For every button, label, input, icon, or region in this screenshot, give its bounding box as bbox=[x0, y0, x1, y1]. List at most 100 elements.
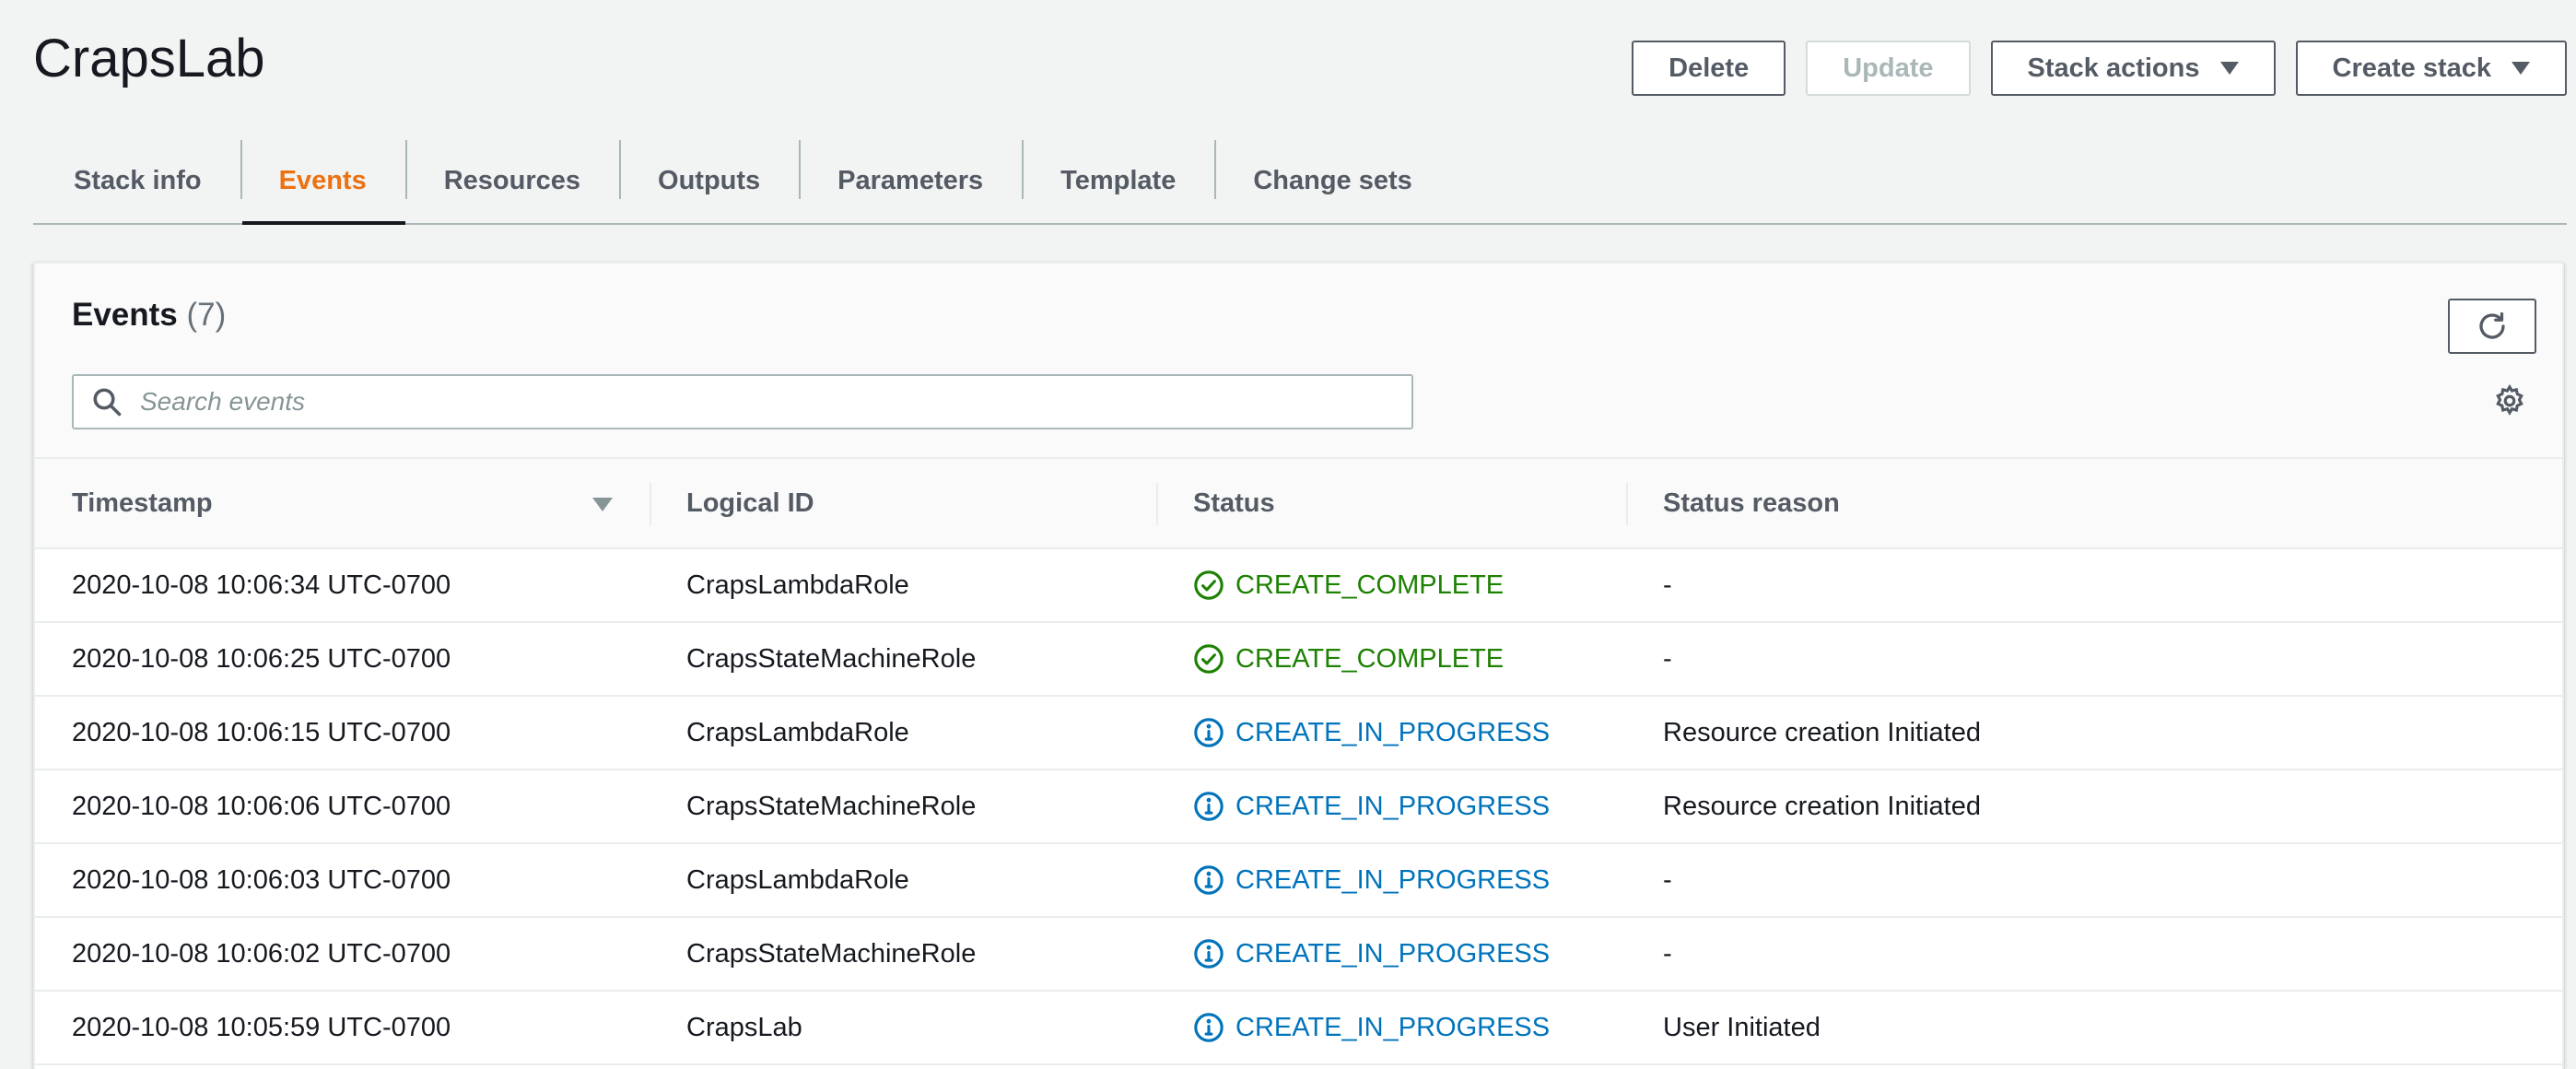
info-circle-icon bbox=[1194, 939, 1224, 969]
caret-down-icon bbox=[2219, 62, 2239, 75]
status-text: CREATE_IN_PROGRESS bbox=[1235, 864, 1551, 895]
status-text: CREATE_IN_PROGRESS bbox=[1235, 717, 1551, 747]
table-row[interactable]: 2020-10-08 10:06:34 UTC-0700 CrapsLambdaR… bbox=[35, 548, 2562, 623]
info-circle-icon bbox=[1194, 792, 1224, 821]
check-circle-icon bbox=[1194, 644, 1224, 674]
update-button[interactable]: Update bbox=[1806, 41, 1971, 96]
status-reason-cell: - bbox=[1626, 548, 2562, 623]
table-row[interactable]: 2020-10-08 10:06:15 UTC-0700 CrapsLambdaR… bbox=[35, 696, 2562, 770]
search-input[interactable] bbox=[138, 386, 1411, 417]
caret-down-icon bbox=[2512, 62, 2530, 75]
column-header-status-reason[interactable]: Status reason bbox=[1626, 459, 2562, 549]
info-circle-icon bbox=[1194, 1013, 1224, 1042]
delete-button[interactable]: Delete bbox=[1632, 41, 1786, 96]
table-row[interactable]: 2020-10-08 10:06:03 UTC-0700 CrapsLambdaR… bbox=[35, 843, 2562, 918]
stack-tabs: Stack info Events Resources Outputs Para… bbox=[33, 138, 2567, 225]
stack-actions-label: Stack actions bbox=[2027, 53, 2200, 83]
events-table-body: 2020-10-08 10:06:34 UTC-0700 CrapsLambdaR… bbox=[35, 548, 2562, 1065]
gear-icon[interactable] bbox=[2492, 383, 2527, 418]
status-reason-cell: User Initiated bbox=[1626, 991, 2562, 1065]
timestamp-cell: 2020-10-08 10:06:34 UTC-0700 bbox=[35, 548, 650, 623]
refresh-icon bbox=[2479, 311, 2505, 339]
status-reason-cell: - bbox=[1626, 917, 2562, 992]
status-badge: CREATE_COMPLETE bbox=[1193, 643, 1626, 675]
logical-id-cell: CrapsLambdaRole bbox=[650, 843, 1156, 918]
table-row[interactable]: 2020-10-08 10:06:06 UTC-0700 CrapsStateMa… bbox=[35, 769, 2562, 844]
check-circle-icon bbox=[1194, 570, 1224, 600]
tab-label: Change sets bbox=[1253, 165, 1412, 195]
info-circle-icon bbox=[1194, 718, 1224, 747]
status-text: CREATE_COMPLETE bbox=[1235, 570, 1505, 600]
tab-outputs[interactable]: Outputs bbox=[619, 138, 799, 223]
search-events-field[interactable] bbox=[72, 374, 1413, 429]
status-reason-cell: - bbox=[1626, 843, 2562, 918]
tab-label: Stack info bbox=[74, 165, 202, 195]
stack-actions-bar: Delete Update Stack actions Create stack bbox=[1632, 41, 2567, 96]
status-cell: CREATE_IN_PROGRESS bbox=[1156, 991, 1626, 1065]
status-reason-cell: Resource creation Initiated bbox=[1626, 696, 2562, 770]
column-header-timestamp[interactable]: Timestamp bbox=[35, 459, 650, 549]
tab-change-sets[interactable]: Change sets bbox=[1214, 138, 1450, 223]
column-label: Status bbox=[1193, 488, 1275, 518]
tab-events[interactable]: Events bbox=[240, 138, 405, 225]
events-panel: Events (7) Search events Timestamp Logic… bbox=[33, 262, 2564, 1069]
create-stack-dropdown[interactable]: Create stack bbox=[2295, 41, 2567, 96]
info-circle-icon bbox=[1194, 865, 1224, 895]
status-text: CREATE_IN_PROGRESS bbox=[1235, 1012, 1551, 1042]
tab-template[interactable]: Template bbox=[1022, 138, 1214, 223]
column-header-status[interactable]: Status bbox=[1156, 459, 1626, 549]
timestamp-cell: 2020-10-08 10:06:15 UTC-0700 bbox=[35, 696, 650, 770]
timestamp-cell: 2020-10-08 10:06:03 UTC-0700 bbox=[35, 843, 650, 918]
status-reason-cell: - bbox=[1626, 622, 2562, 697]
status-reason-cell: Resource creation Initiated bbox=[1626, 769, 2562, 844]
logical-id-cell: CrapsLambdaRole bbox=[650, 548, 1156, 623]
tab-stack-info[interactable]: Stack info bbox=[33, 138, 240, 223]
logical-id-cell: CrapsStateMachineRole bbox=[650, 622, 1156, 697]
status-cell: CREATE_IN_PROGRESS bbox=[1156, 769, 1626, 844]
events-table-header: Timestamp Logical ID Status Status reaso… bbox=[35, 459, 2562, 549]
status-text: CREATE_IN_PROGRESS bbox=[1235, 938, 1551, 969]
column-label: Status reason bbox=[1663, 488, 1840, 518]
tab-resources[interactable]: Resources bbox=[404, 138, 619, 223]
status-badge: CREATE_IN_PROGRESS bbox=[1193, 938, 1626, 969]
logical-id-cell: CrapsStateMachineRole bbox=[650, 769, 1156, 844]
tab-parameters[interactable]: Parameters bbox=[799, 138, 1022, 223]
refresh-button[interactable] bbox=[2448, 299, 2536, 354]
tab-label: Resources bbox=[443, 165, 581, 195]
column-header-logical-id[interactable]: Logical ID bbox=[650, 459, 1156, 549]
status-cell: CREATE_IN_PROGRESS bbox=[1156, 696, 1626, 770]
status-badge: CREATE_IN_PROGRESS bbox=[1193, 717, 1626, 748]
events-title: Events (7) bbox=[72, 297, 226, 334]
tab-label: Outputs bbox=[658, 165, 761, 195]
status-badge: CREATE_IN_PROGRESS bbox=[1193, 864, 1626, 896]
table-row[interactable]: 2020-10-08 10:05:59 UTC-0700 CrapsLab CREA… bbox=[35, 991, 2562, 1065]
status-cell: CREATE_IN_PROGRESS bbox=[1156, 843, 1626, 918]
timestamp-cell: 2020-10-08 10:06:02 UTC-0700 bbox=[35, 917, 650, 992]
events-count: (7) bbox=[186, 297, 227, 333]
delete-button-label: Delete bbox=[1669, 53, 1750, 83]
page-title: CrapsLab bbox=[33, 29, 265, 88]
update-button-label: Update bbox=[1843, 53, 1934, 83]
tab-label: Template bbox=[1060, 165, 1177, 195]
stack-actions-dropdown[interactable]: Stack actions bbox=[1990, 41, 2276, 96]
timestamp-cell: 2020-10-08 10:06:25 UTC-0700 bbox=[35, 622, 650, 697]
status-cell: CREATE_IN_PROGRESS bbox=[1156, 917, 1626, 992]
events-table: Timestamp Logical ID Status Status reaso… bbox=[35, 459, 2562, 1065]
table-row[interactable]: 2020-10-08 10:06:02 UTC-0700 CrapsStateMa… bbox=[35, 917, 2562, 992]
status-cell: CREATE_COMPLETE bbox=[1156, 548, 1626, 623]
status-badge: CREATE_COMPLETE bbox=[1193, 570, 1626, 601]
table-row[interactable]: 2020-10-08 10:06:25 UTC-0700 CrapsStateMa… bbox=[35, 622, 2562, 697]
status-badge: CREATE_IN_PROGRESS bbox=[1193, 1012, 1626, 1043]
column-label: Timestamp bbox=[72, 488, 213, 518]
status-text: CREATE_IN_PROGRESS bbox=[1235, 791, 1551, 821]
search-icon bbox=[90, 385, 123, 418]
timestamp-cell: 2020-10-08 10:06:06 UTC-0700 bbox=[35, 769, 650, 844]
logical-id-cell: CrapsLab bbox=[650, 991, 1156, 1065]
timestamp-cell: 2020-10-08 10:05:59 UTC-0700 bbox=[35, 991, 650, 1065]
create-stack-label: Create stack bbox=[2332, 53, 2492, 83]
tab-label: Parameters bbox=[837, 165, 984, 195]
events-panel-header: Events (7) bbox=[35, 264, 2562, 459]
events-title-text: Events bbox=[72, 297, 178, 333]
status-text: CREATE_COMPLETE bbox=[1235, 643, 1505, 674]
column-label: Logical ID bbox=[686, 488, 814, 518]
